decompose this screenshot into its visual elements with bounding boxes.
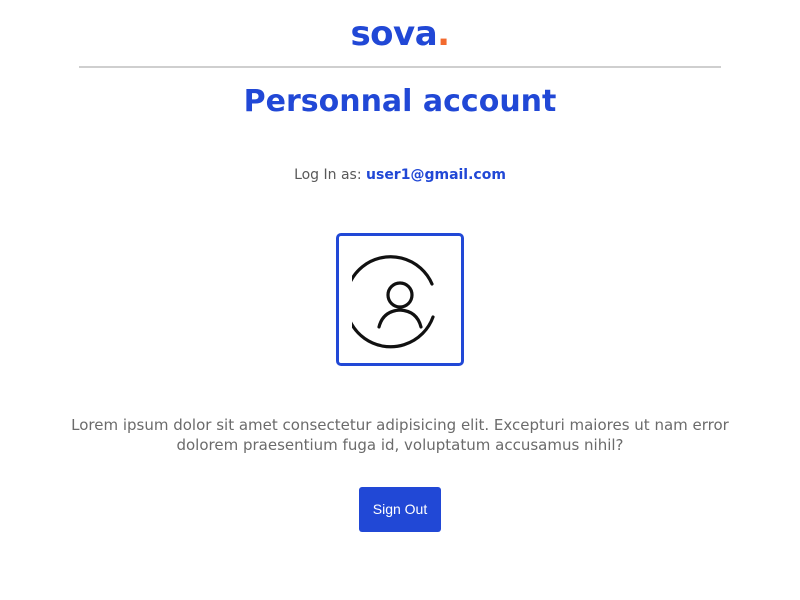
account-page: sova. Personnal account Log In as: user1…: [0, 0, 800, 600]
sign-out-button[interactable]: Sign Out: [359, 487, 441, 532]
avatar: [336, 233, 464, 366]
header-divider: [79, 66, 721, 68]
page-title: Personnal account: [243, 84, 557, 119]
user-email: user1@gmail.com: [366, 167, 506, 183]
logo-word: sova: [350, 14, 438, 54]
login-status: Log In as: user1@gmail.com: [0, 165, 800, 185]
user-circle-icon: [352, 255, 435, 349]
login-label: Log In as:: [294, 167, 362, 183]
logo-dot: .: [437, 14, 450, 54]
header: sova.: [0, 0, 800, 66]
brand-logo[interactable]: sova.: [0, 14, 800, 54]
description-text: Lorem ipsum dolor sit amet consectetur a…: [71, 416, 729, 454]
